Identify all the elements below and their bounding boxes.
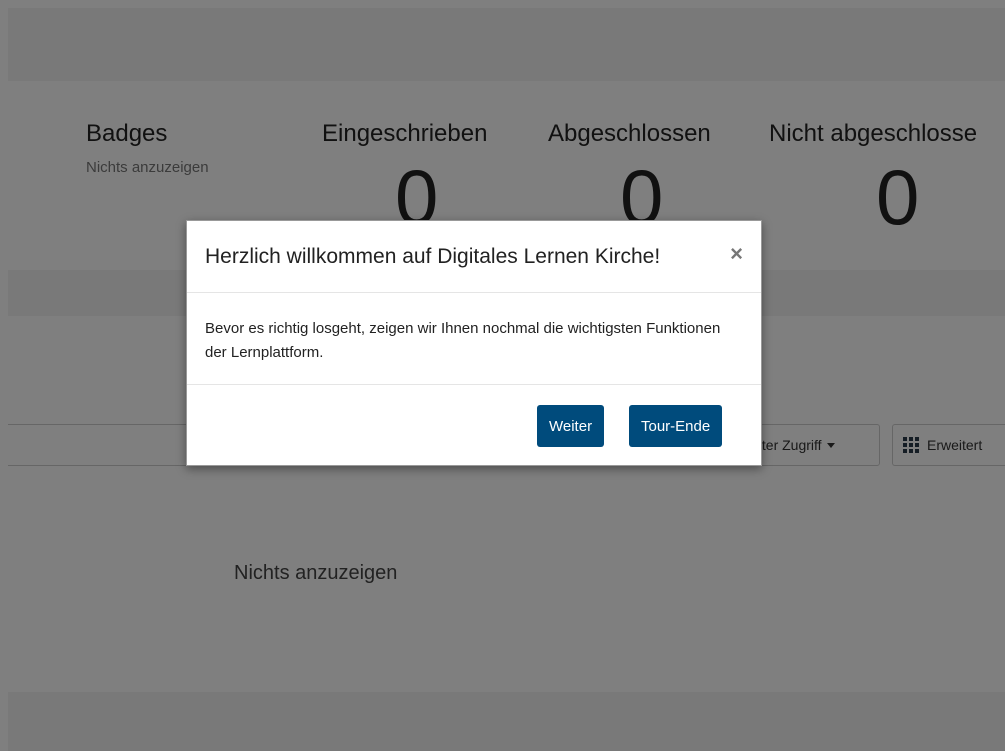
dialog-body: Bevor es richtig losgeht, zeigen wir Ihn… xyxy=(187,293,761,385)
dialog-footer: Weiter Tour-Ende xyxy=(187,385,761,465)
dialog-title: Herzlich willkommen auf Digitales Lernen… xyxy=(205,245,661,268)
close-icon[interactable]: × xyxy=(730,243,743,265)
welcome-tour-dialog: Herzlich willkommen auf Digitales Lernen… xyxy=(186,220,762,466)
next-button[interactable]: Weiter xyxy=(537,405,605,447)
dialog-header: Herzlich willkommen auf Digitales Lernen… xyxy=(187,221,761,293)
dialog-message: Bevor es richtig losgeht, zeigen wir Ihn… xyxy=(205,320,721,361)
end-tour-button[interactable]: Tour-Ende xyxy=(629,405,723,447)
